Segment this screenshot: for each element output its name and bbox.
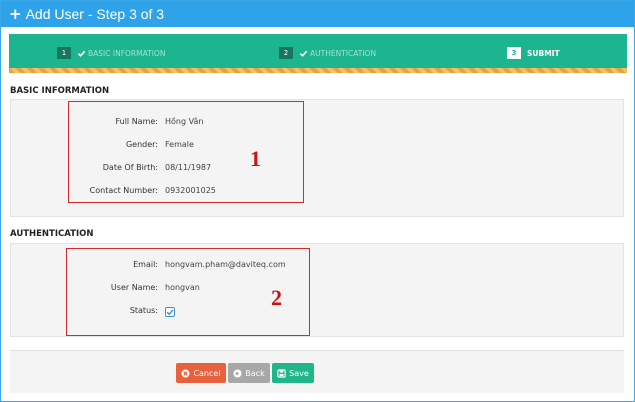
wizard-step-basic-information[interactable]: 1 BASIC INFORMATION — [57, 45, 165, 61]
callout-number-1: 1 — [250, 146, 261, 171]
save-label: Save — [289, 368, 309, 378]
action-bar: Cancel Back Save — [10, 350, 624, 393]
back-label: Back — [245, 368, 265, 378]
cancel-button[interactable]: Cancel — [176, 363, 226, 383]
check-icon — [77, 50, 86, 57]
step-label: BASIC INFORMATION — [88, 48, 166, 58]
callout-box-1 — [68, 101, 304, 203]
step-label: SUBMIT — [527, 48, 560, 58]
step-number: 1 — [57, 47, 71, 59]
callout-number-2: 2 — [271, 285, 282, 310]
back-button[interactable]: Back — [228, 363, 270, 383]
floppy-disk-icon — [277, 368, 286, 378]
step-number: 2 — [279, 47, 293, 59]
step-label: AUTHENTICATION — [310, 48, 377, 58]
check-icon — [299, 50, 308, 57]
cancel-icon — [181, 368, 190, 378]
wizard-step-authentication[interactable]: 2 AUTHENTICATION — [279, 45, 376, 61]
add-user-dialog: + Add User - Step 3 of 3 1 BASIC INFORMA… — [0, 0, 635, 402]
back-arrow-icon — [233, 368, 242, 378]
basic-info-heading: BASIC INFORMATION — [10, 86, 110, 96]
cancel-label: Cancel — [193, 368, 221, 378]
dialog-title: Add User - Step 3 of 3 — [25, 6, 165, 22]
wizard-step-submit[interactable]: 3 SUBMIT — [507, 45, 560, 61]
wizard-progress: 1 BASIC INFORMATION 2 AUTHENTICATION 3 S… — [9, 34, 627, 72]
dialog-titlebar: + Add User - Step 3 of 3 — [1, 1, 634, 27]
plus-icon: + — [9, 4, 22, 23]
authentication-heading: AUTHENTICATION — [10, 229, 94, 239]
wizard-stripe — [9, 68, 627, 73]
step-number: 3 — [507, 47, 521, 59]
save-button[interactable]: Save — [272, 363, 314, 383]
